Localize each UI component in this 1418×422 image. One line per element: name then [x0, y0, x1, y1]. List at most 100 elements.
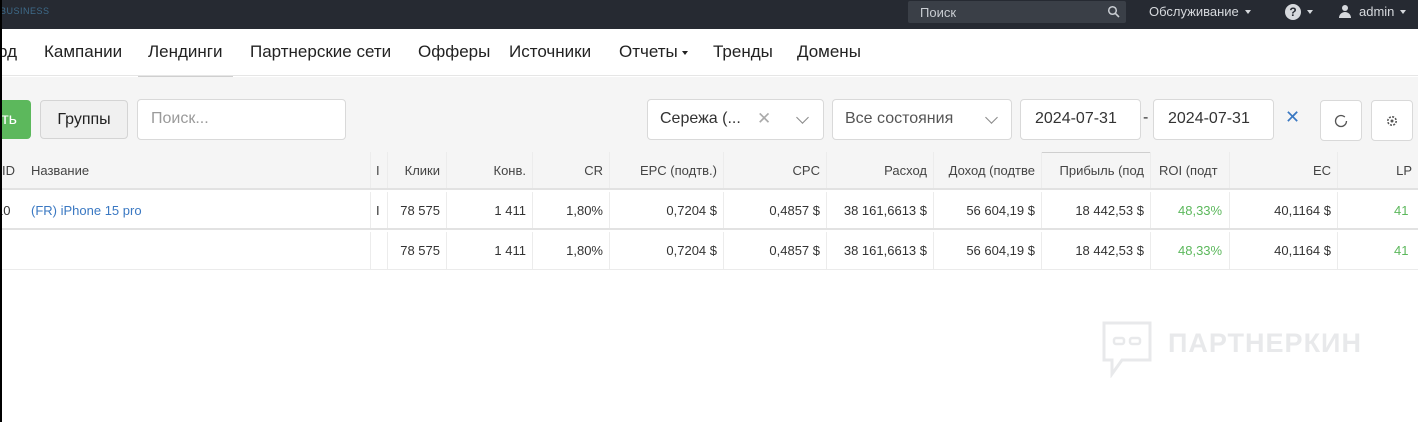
add-button[interactable]: ть [2, 100, 31, 139]
total-cost: 38 161,6613 $ [827, 232, 934, 269]
column-header-status[interactable]: I [371, 152, 388, 188]
cell-cpc: 0,4857 $ [724, 192, 827, 228]
nav-item-reports-label: Отчеты [619, 42, 678, 61]
global-search-placeholder: Поиск [920, 5, 957, 20]
column-header-cr[interactable]: CR [533, 152, 610, 188]
groups-button[interactable]: Группы [40, 100, 128, 139]
state-select-value: Все состояния [845, 110, 954, 127]
chevron-down-icon [1244, 9, 1251, 14]
chat-bubble-icon [1102, 321, 1152, 378]
refresh-button[interactable] [1320, 100, 1362, 141]
nav-item-affiliate-networks[interactable]: Партнерские сети [250, 42, 391, 62]
cell-conversions: 1 411 [447, 192, 533, 228]
total-clicks: 78 575 [388, 232, 447, 269]
main-nav: рд Кампании Лендинги Партнерские сети Оф… [2, 29, 1418, 78]
chevron-down-icon [1307, 10, 1313, 14]
date-from-value: 2024-07-31 [1035, 110, 1117, 127]
total-status [371, 232, 388, 269]
total-revenue: 56 604,19 $ [934, 232, 1042, 269]
date-from-input[interactable]: 2024-07-31 [1020, 99, 1141, 140]
total-id [2, 232, 23, 269]
gear-icon [1387, 116, 1397, 126]
table-header-row: ID Название I Клики Конв. CR EPC (подтв.… [2, 152, 1418, 190]
cell-epc: 0,7204 $ [610, 192, 724, 228]
cell-cr: 1,80% [533, 192, 610, 228]
total-conversions: 1 411 [447, 232, 533, 269]
column-header-ec[interactable]: EC [1230, 152, 1338, 188]
nav-item-reports[interactable]: Отчеты [619, 42, 688, 62]
nav-item-dashboard[interactable]: рд [2, 42, 17, 62]
chevron-down-icon [796, 111, 809, 124]
state-select[interactable]: Все состояния [832, 99, 1012, 140]
cell-roi: 48,33% [1151, 192, 1230, 228]
search-input[interactable]: Поиск... [137, 99, 346, 140]
nav-item-landings[interactable]: Лендинги [138, 42, 232, 78]
total-lp: 41 [1394, 243, 1409, 258]
service-menu[interactable]: Обслуживание [1149, 4, 1251, 19]
column-header-revenue[interactable]: Доход (подтве [934, 152, 1042, 188]
cell-status: I [371, 192, 388, 228]
total-ec: 40,1164 $ [1230, 232, 1338, 269]
owner-select[interactable]: Сережа (... ✕ [647, 99, 824, 140]
brand-logo[interactable]: BUSINESS [2, 6, 50, 16]
nav-item-domains[interactable]: Домены [797, 42, 861, 62]
column-header-id[interactable]: ID [2, 152, 23, 188]
column-header-roi[interactable]: ROI (подт [1151, 152, 1230, 188]
nav-item-trends[interactable]: Тренды [713, 42, 773, 62]
user-menu[interactable]: admin [1339, 4, 1407, 19]
top-bar: BUSINESS Поиск Обслуживание ? admin [2, 0, 1418, 29]
watermark-text: ПАРТНЕРКИН [1168, 328, 1362, 358]
nav-item-campaigns[interactable]: Кампании [44, 42, 122, 62]
cell-lp: 41 [1394, 203, 1409, 218]
date-to-input[interactable]: 2024-07-31 [1153, 99, 1274, 140]
sort-indicator [1042, 152, 1150, 153]
help-menu[interactable]: ? [1285, 4, 1313, 20]
column-header-conversions[interactable]: Конв. [447, 152, 533, 188]
column-header-epc[interactable]: EPC (подтв.) [610, 152, 724, 188]
clear-icon[interactable]: ✕ [757, 109, 771, 129]
total-name [23, 232, 371, 269]
total-cpc: 0,4857 $ [724, 232, 827, 269]
settings-button[interactable] [1371, 100, 1413, 141]
cell-ec: 40,1164 $ [1230, 192, 1338, 228]
chevron-down-icon [985, 111, 998, 124]
column-header-name[interactable]: Название [23, 152, 371, 188]
chevron-down-icon [681, 50, 688, 55]
cell-cost: 38 161,6613 $ [827, 192, 934, 228]
clear-dates-icon[interactable]: ✕ [1285, 107, 1300, 128]
user-name: admin [1359, 4, 1395, 19]
cell-revenue: 56 604,19 $ [934, 192, 1042, 228]
filters-toolbar: ть Группы Поиск... Сережа (... ✕ Все сос… [2, 77, 1418, 152]
total-profit: 18 442,53 $ [1042, 232, 1151, 269]
service-menu-label: Обслуживание [1149, 4, 1239, 19]
app-frame: BUSINESS Поиск Обслуживание ? admin рд К… [2, 0, 1418, 422]
column-header-profit-label: Прибыль (под [1059, 163, 1145, 178]
search-icon[interactable] [1107, 5, 1121, 19]
column-header-cost[interactable]: Расход [827, 152, 934, 188]
help-icon: ? [1285, 4, 1301, 20]
total-cr: 1,80% [533, 232, 610, 269]
cell-profit: 18 442,53 $ [1042, 192, 1151, 228]
search-placeholder: Поиск... [151, 110, 209, 127]
column-header-lp[interactable]: LP [1338, 152, 1418, 188]
total-roi: 48,33% [1151, 232, 1230, 269]
global-search-input[interactable]: Поиск [908, 1, 1126, 23]
cell-id: 10 [2, 203, 11, 218]
column-header-profit[interactable]: Прибыль (под [1042, 152, 1151, 188]
table-row[interactable]: 10 (FR) iPhone 15 pro I 78 575 1 411 1,8… [2, 192, 1418, 230]
owner-select-value: Сережа (... [660, 110, 741, 127]
column-header-cpc[interactable]: CPC [724, 152, 827, 188]
cell-name-link[interactable]: (FR) iPhone 15 pro [23, 192, 371, 228]
date-to-value: 2024-07-31 [1168, 110, 1250, 127]
user-icon [1339, 5, 1351, 18]
column-header-clicks[interactable]: Клики [388, 152, 447, 188]
watermark: ПАРТНЕРКИН [1100, 320, 1380, 380]
date-range-separator: - [1143, 109, 1149, 126]
cell-clicks: 78 575 [388, 192, 447, 228]
table-totals-row: 78 575 1 411 1,80% 0,7204 $ 0,4857 $ 38 … [2, 232, 1418, 270]
chevron-down-icon [1400, 9, 1407, 14]
nav-item-offers[interactable]: Офферы [418, 42, 490, 62]
total-epc: 0,7204 $ [610, 232, 724, 269]
refresh-icon [1334, 114, 1348, 128]
nav-item-sources[interactable]: Источники [509, 42, 591, 62]
